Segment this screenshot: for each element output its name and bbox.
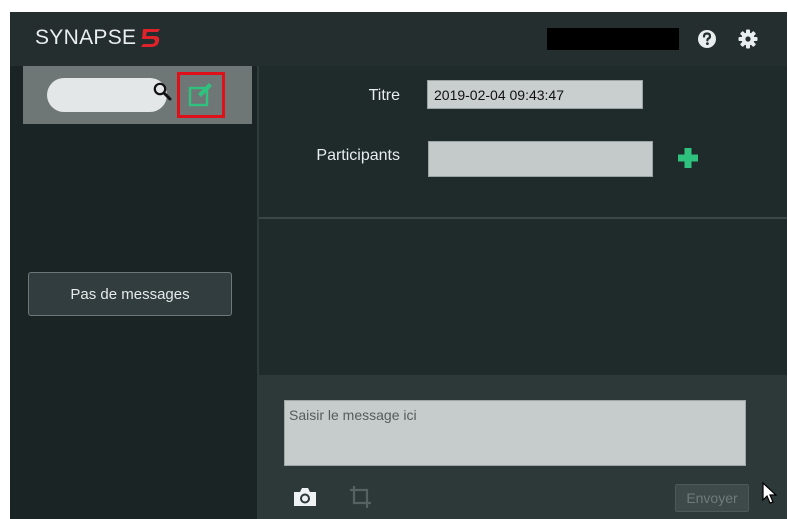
crop-icon[interactable] — [349, 485, 373, 509]
top-bar: SYNAPSE — [10, 12, 787, 66]
no-messages-button[interactable]: Pas de messages — [28, 272, 232, 316]
title-input[interactable] — [427, 80, 643, 109]
message-composer: Envoyer — [259, 375, 787, 519]
logo-mark-five-icon — [141, 29, 161, 47]
synapse-app: SYNAPSE Pas de messages Titre 2019-02-04… — [10, 12, 787, 519]
participants-input[interactable] — [428, 141, 653, 177]
camera-icon[interactable] — [292, 485, 318, 509]
send-label: Envoyer — [686, 490, 738, 506]
conversation-sidebar: Pas de messages — [10, 66, 257, 519]
user-name[interactable] — [547, 28, 679, 50]
gear-icon[interactable] — [737, 28, 759, 50]
mouse-cursor-icon — [762, 482, 778, 504]
title-label: Titre — [368, 87, 400, 104]
question-circle-icon — [698, 30, 716, 48]
participants-label: Participants — [316, 147, 400, 164]
gear-icon-glyph — [738, 29, 758, 49]
add-participant-button[interactable] — [677, 147, 699, 169]
logo-text: SYNAPSE — [35, 26, 137, 49]
send-button[interactable]: Envoyer — [675, 484, 749, 512]
messages-area — [259, 219, 787, 375]
new-message-button[interactable] — [177, 72, 225, 118]
search-bar — [23, 66, 252, 124]
help-icon[interactable] — [696, 28, 718, 50]
search-icon[interactable] — [152, 81, 172, 101]
message-input[interactable] — [284, 400, 746, 466]
no-messages-label: Pas de messages — [70, 285, 190, 303]
message-pane: Titre Participants Envoyer — [259, 66, 787, 519]
edit-icon — [188, 83, 212, 107]
synapse-logo: SYNAPSE — [35, 25, 162, 51]
search-input[interactable] — [47, 78, 167, 112]
